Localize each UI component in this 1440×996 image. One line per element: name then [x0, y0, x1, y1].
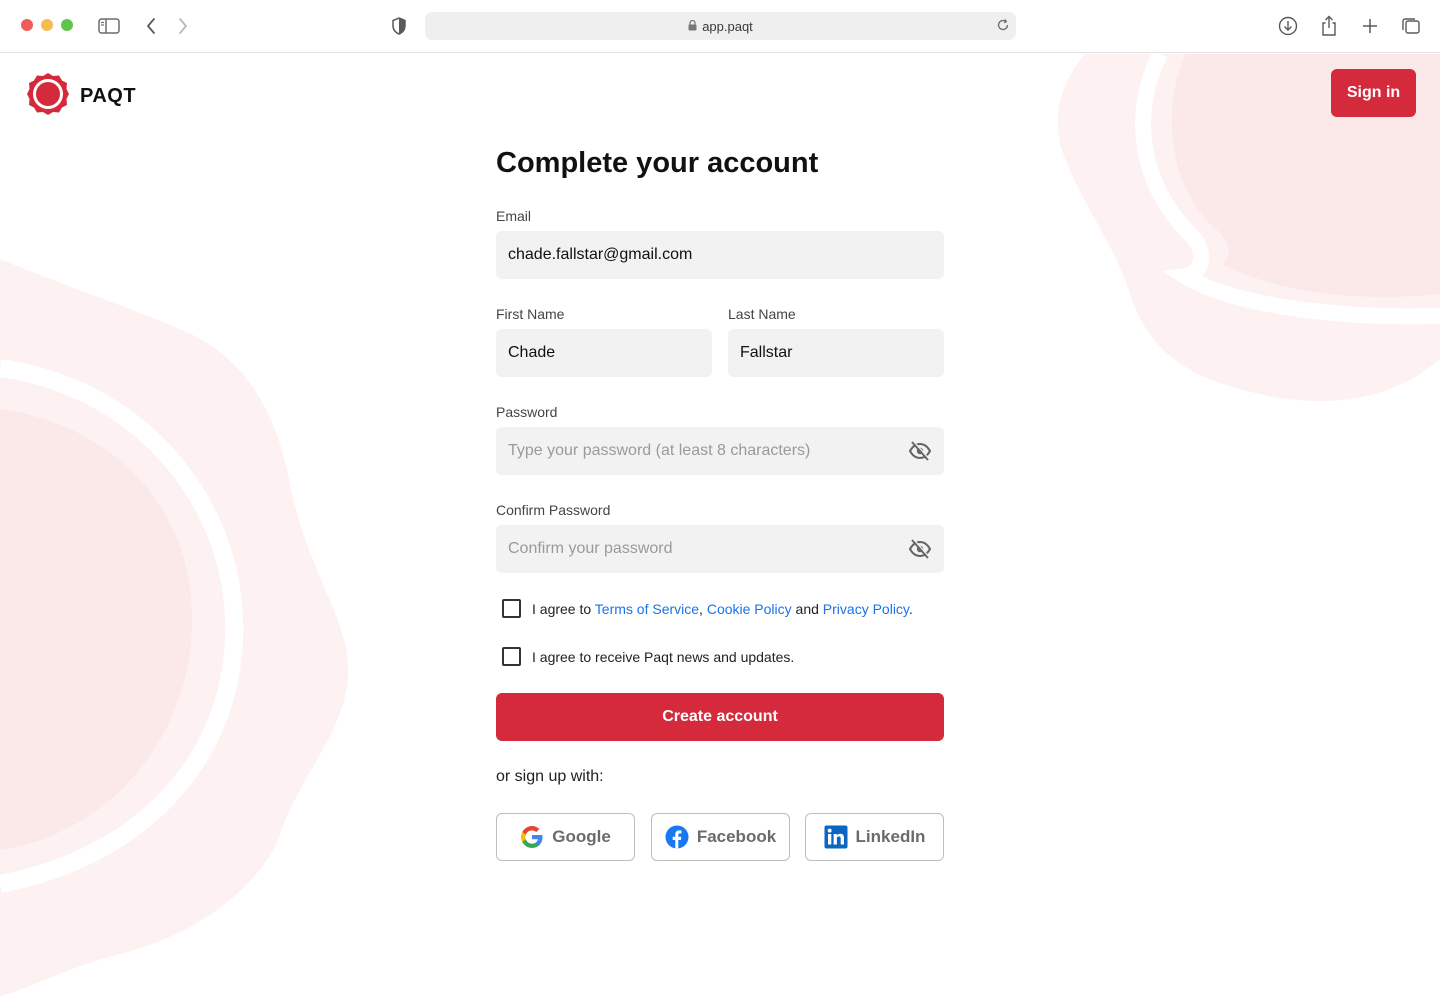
create-account-button[interactable]: Create account	[496, 693, 944, 741]
zoom-window-button[interactable]	[61, 19, 73, 31]
terms-and: and	[791, 600, 823, 617]
eye-off-icon[interactable]	[908, 440, 932, 467]
terms-row: I agree to Terms of Service, Cookie Poli…	[502, 599, 913, 618]
terms-prefix: I agree to	[532, 600, 595, 617]
password-label: Password	[496, 404, 558, 420]
url-text: app.paqt	[702, 18, 753, 34]
facebook-signup-button[interactable]: Facebook	[651, 813, 790, 861]
forward-icon[interactable]	[171, 14, 195, 38]
paqt-logo-icon	[26, 72, 70, 121]
linkedin-label: LinkedIn	[855, 827, 926, 846]
confirm-password-label: Confirm Password	[496, 502, 611, 518]
signup-page: PAQT Sign in Complete your account Email…	[0, 54, 1440, 996]
terms-text: I agree to Terms of Service, Cookie Poli…	[532, 601, 913, 617]
email-label: Email	[496, 208, 532, 224]
cookie-policy-link[interactable]: Cookie Policy	[707, 601, 792, 617]
address-bar[interactable]: app.paqt	[425, 12, 1016, 40]
confirm-password-field[interactable]: Confirm your password	[496, 525, 944, 573]
facebook-icon	[665, 825, 689, 849]
brand-name: PAQT	[80, 85, 137, 107]
google-icon	[520, 825, 544, 849]
brand-logo[interactable]: PAQT	[26, 72, 136, 121]
download-icon[interactable]	[1276, 14, 1300, 38]
minimize-window-button[interactable]	[41, 19, 53, 31]
close-window-button[interactable]	[21, 19, 33, 31]
new-tab-icon[interactable]	[1358, 14, 1382, 38]
share-icon[interactable]	[1317, 14, 1341, 38]
terms-checkbox[interactable]	[502, 599, 521, 618]
terms-comma: ,	[699, 600, 703, 617]
back-icon[interactable]	[139, 14, 163, 38]
news-text: I agree to receive Paqt news and updates…	[532, 648, 795, 665]
privacy-policy-link[interactable]: Privacy Policy	[823, 601, 909, 617]
terms-of-service-link[interactable]: Terms of Service	[595, 601, 699, 617]
or-sign-up-text: or sign up with:	[496, 768, 604, 785]
facebook-label: Facebook	[696, 827, 777, 846]
lock-icon	[688, 19, 697, 34]
google-label: Google	[552, 827, 611, 846]
reload-icon[interactable]	[996, 18, 1010, 35]
sidebar-icon[interactable]	[97, 14, 121, 38]
linkedin-icon	[824, 825, 848, 849]
google-signup-button[interactable]: Google	[496, 813, 635, 861]
last-name-value: Fallstar	[740, 344, 793, 361]
terms-period: .	[908, 600, 913, 617]
shield-icon[interactable]	[387, 14, 411, 38]
first-name-field[interactable]: Chade	[496, 329, 712, 377]
sign-in-button[interactable]: Sign in	[1331, 69, 1416, 117]
first-name-value: Chade	[508, 344, 556, 361]
news-row: I agree to receive Paqt news and updates…	[502, 647, 794, 666]
confirm-password-placeholder: Confirm your password	[508, 540, 673, 557]
eye-off-icon[interactable]	[908, 538, 932, 565]
email-field[interactable]: chade.fallstar@gmail.com	[496, 231, 944, 279]
browser-toolbar: app.paqt	[0, 0, 1440, 53]
tabs-icon[interactable]	[1399, 14, 1423, 38]
page-title: Complete your account	[496, 147, 819, 179]
first-name-label: First Name	[496, 306, 565, 322]
password-placeholder: Type your password (at least 8 character…	[508, 442, 811, 459]
last-name-label: Last Name	[728, 306, 796, 322]
email-value: chade.fallstar@gmail.com	[508, 246, 693, 263]
news-checkbox[interactable]	[502, 647, 521, 666]
linkedin-signup-button[interactable]: LinkedIn	[805, 813, 944, 861]
last-name-field[interactable]: Fallstar	[728, 329, 944, 377]
password-field[interactable]: Type your password (at least 8 character…	[496, 427, 944, 475]
